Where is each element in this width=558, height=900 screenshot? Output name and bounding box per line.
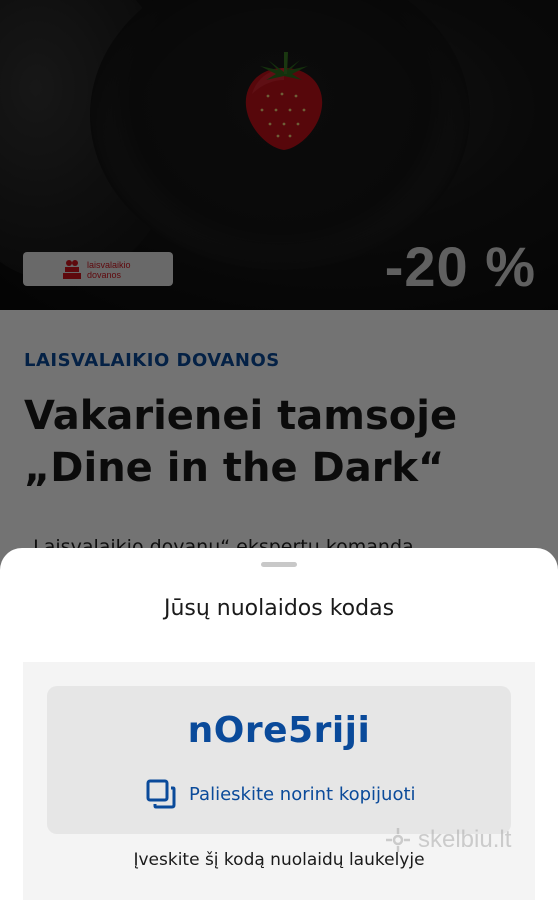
gift-logo-icon — [63, 260, 81, 279]
brand-badge-text: laisvalaikio dovanos — [87, 260, 131, 280]
code-copy-box[interactable]: nOre5riji Palieskite norint kopijuoti — [47, 686, 511, 834]
strawberry-icon — [245, 52, 323, 150]
article-category[interactable]: LAISVALAIKIO DOVANOS — [24, 350, 280, 371]
discount-code[interactable]: nOre5riji — [47, 710, 511, 751]
hero-image: laisvalaikio dovanos -20 % — [0, 0, 558, 310]
discount-label: -20 % — [384, 235, 536, 298]
brand-badge: laisvalaikio dovanos — [23, 252, 173, 286]
sheet-title: Jūsų nuolaidos kodas — [163, 596, 395, 621]
copy-label: Palieskite norint kopijuoti — [189, 783, 416, 805]
brand-badge-line1: laisvalaikio — [87, 260, 131, 270]
sheet-drag-handle[interactable] — [261, 562, 297, 567]
copy-button[interactable]: Palieskite norint kopijuoti — [145, 778, 416, 810]
copy-icon — [146, 779, 176, 809]
watermark-logo-icon — [386, 828, 410, 852]
watermark: skelbiu.lt — [384, 826, 511, 854]
watermark-text: skelbiu.lt — [418, 826, 512, 853]
brand-badge-line2: dovanos — [87, 270, 122, 280]
code-panel: nOre5riji Palieskite norint kopijuoti Įv… — [23, 662, 535, 900]
article-title: Vakarienei tamsoje „Dine in the Dark“ — [24, 393, 458, 491]
